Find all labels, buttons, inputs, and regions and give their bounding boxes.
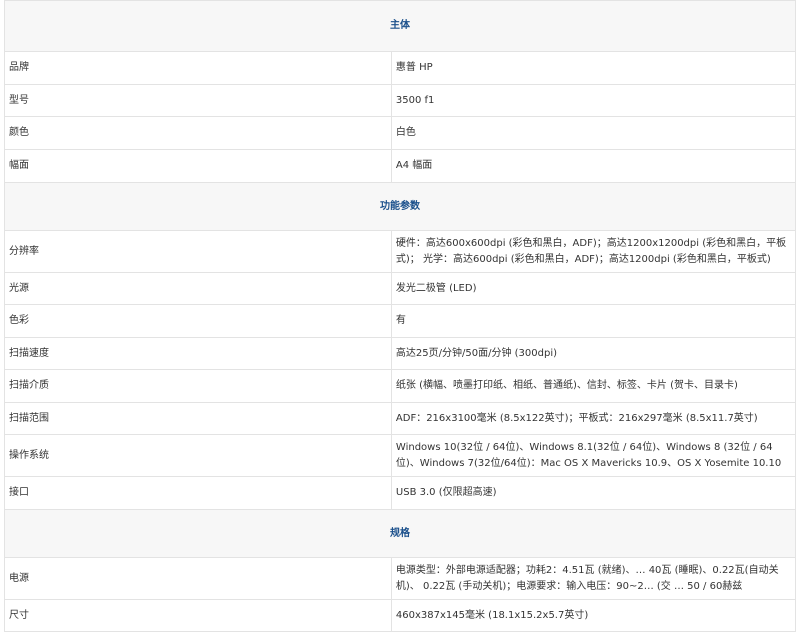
spec-label: 扫描范围 (4, 402, 392, 435)
table-row: 扫描介质 纸张 (横幅、喷墨打印纸、相纸、普通纸)、信封、标签、卡片 (贺卡、目… (4, 369, 797, 403)
spec-value: Windows 10(32位 / 64位)、Windows 8.1(32位 / … (390, 434, 797, 477)
table-row: 颜色 白色 (4, 116, 797, 150)
table-row: 扫描速度 高达25页/分钟/50面/分钟 (300dpi) (4, 337, 797, 370)
table-row: 分辨率 硬件：高达600x600dpi (彩色和黑白，ADF)；高达1200x1… (4, 230, 797, 273)
section-header-main: 主体 (4, 0, 796, 52)
section-header-features: 功能参数 (4, 182, 796, 231)
spec-label: 型号 (4, 84, 392, 117)
spec-value: A4 幅面 (390, 149, 797, 183)
spec-label: 电源 (4, 557, 392, 600)
table-row: 品牌 惠普 HP (4, 51, 797, 85)
spec-label: 幅面 (4, 149, 392, 183)
spec-label: 尺寸 (4, 599, 392, 632)
spec-value: 460x387x145毫米 (18.1x15.2x5.7英寸) (390, 599, 797, 632)
table-row: 光源 发光二极管 (LED) (4, 272, 797, 305)
table-row: 尺寸 460x387x145毫米 (18.1x15.2x5.7英寸) (4, 599, 797, 632)
section-title: 规格 (4, 509, 796, 558)
table-row: 接口 USB 3.0 (仅限超高速) (4, 476, 797, 510)
spec-label: 品牌 (4, 51, 392, 85)
spec-label: 色彩 (4, 304, 392, 338)
spec-value: 惠普 HP (390, 51, 797, 85)
table-row: 扫描范围 ADF：216x3100毫米 (8.5x122英寸)；平板式：216x… (4, 402, 797, 435)
spec-label: 光源 (4, 272, 392, 305)
table-row: 操作系统 Windows 10(32位 / 64位)、Windows 8.1(3… (4, 434, 797, 477)
section-title: 主体 (4, 0, 796, 52)
spec-value: 纸张 (横幅、喷墨打印纸、相纸、普通纸)、信封、标签、卡片 (贺卡、目录卡) (390, 369, 797, 403)
table-row: 色彩 有 (4, 304, 797, 338)
spec-value: ADF：216x3100毫米 (8.5x122英寸)；平板式：216x297毫米… (390, 402, 797, 435)
spec-table: 主体 品牌 惠普 HP 型号 3500 f1 颜色 白色 幅面 A4 幅面 功能… (4, 0, 797, 632)
spec-label: 操作系统 (4, 434, 392, 477)
spec-value: USB 3.0 (仅限超高速) (390, 476, 797, 510)
spec-value: 硬件：高达600x600dpi (彩色和黑白，ADF)；高达1200x1200d… (390, 230, 797, 273)
spec-value: 3500 f1 (390, 84, 797, 117)
spec-value: 电源类型：外部电源适配器；功耗2：4.51瓦 (就绪)、… 40瓦 (睡眠)、0… (390, 557, 797, 600)
table-row: 型号 3500 f1 (4, 84, 797, 117)
section-header-specs: 规格 (4, 509, 796, 558)
spec-value: 有 (390, 304, 797, 338)
spec-value: 白色 (390, 116, 797, 150)
spec-label: 接口 (4, 476, 392, 510)
spec-label: 扫描介质 (4, 369, 392, 403)
spec-label: 扫描速度 (4, 337, 392, 370)
table-row: 电源 电源类型：外部电源适配器；功耗2：4.51瓦 (就绪)、… 40瓦 (睡眠… (4, 557, 797, 600)
spec-value: 发光二极管 (LED) (390, 272, 797, 305)
table-row: 幅面 A4 幅面 (4, 149, 797, 183)
spec-label: 颜色 (4, 116, 392, 150)
spec-value: 高达25页/分钟/50面/分钟 (300dpi) (390, 337, 797, 370)
section-title: 功能参数 (4, 182, 796, 231)
spec-label: 分辨率 (4, 230, 392, 273)
